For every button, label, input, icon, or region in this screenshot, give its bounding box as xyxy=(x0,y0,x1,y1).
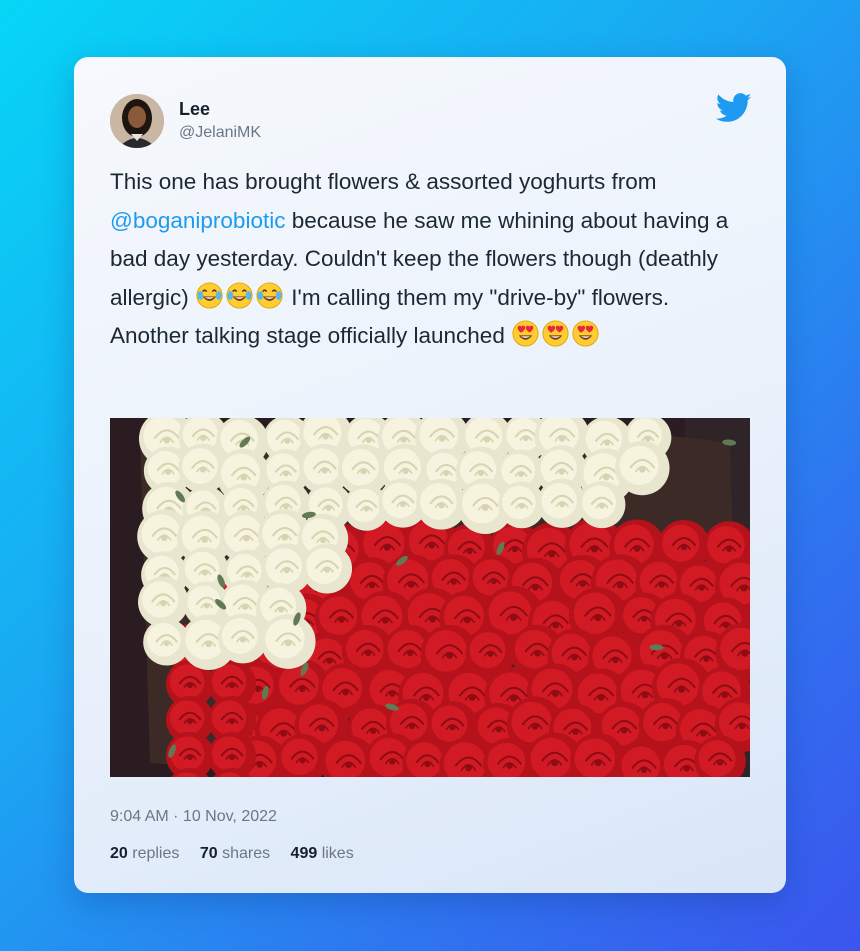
heart-eyes-emoji-icon xyxy=(512,320,539,347)
avatar[interactable] xyxy=(110,94,164,148)
likes-count: 499 xyxy=(290,845,318,862)
tears-of-joy-emoji-icon xyxy=(226,281,253,309)
heart-eyes-emoji-icon xyxy=(572,320,599,347)
likes-label: likes xyxy=(317,845,354,862)
replies-label: replies xyxy=(127,845,180,862)
white-rose xyxy=(615,440,670,496)
tweet-text-part-1: This one has brought flowers & assorted … xyxy=(110,169,657,194)
tweet-header: Lee @JelaniMK xyxy=(110,93,752,149)
roses-bouquet-image xyxy=(110,418,750,777)
heart-eyes-emoji-icon xyxy=(542,320,569,347)
author-handle[interactable]: @JelaniMK xyxy=(179,124,261,142)
replies-stat[interactable]: 20 replies xyxy=(110,845,179,862)
white-rose xyxy=(260,614,316,669)
likes-stat[interactable]: 499 likes xyxy=(291,845,354,862)
white-rose xyxy=(302,543,353,594)
tweet-photo[interactable] xyxy=(110,418,750,777)
author-name[interactable]: Lee xyxy=(179,99,210,120)
shares-count: 70 xyxy=(199,845,218,862)
white-rose xyxy=(578,481,626,529)
white-rose xyxy=(217,613,268,664)
tweet-text: This one has brought flowers & assorted … xyxy=(110,163,750,356)
tweet-stats: 20 replies 70 shares 499 likes xyxy=(110,845,370,863)
tears-of-joy-emoji-icon xyxy=(256,281,283,309)
tweet-timestamp[interactable]: 9:04 AM · 10 Nov, 2022 xyxy=(110,808,277,826)
tweet-card: Lee @JelaniMK This one has brought flowe… xyxy=(74,57,786,893)
mention-link[interactable]: @boganiprobiotic xyxy=(110,208,285,233)
tears-of-joy-emoji-icon xyxy=(196,281,223,309)
shares-label: shares xyxy=(217,845,271,862)
twitter-bird-icon xyxy=(716,93,752,122)
shares-stat[interactable]: 70 shares xyxy=(200,845,270,862)
replies-count: 20 xyxy=(110,845,128,862)
